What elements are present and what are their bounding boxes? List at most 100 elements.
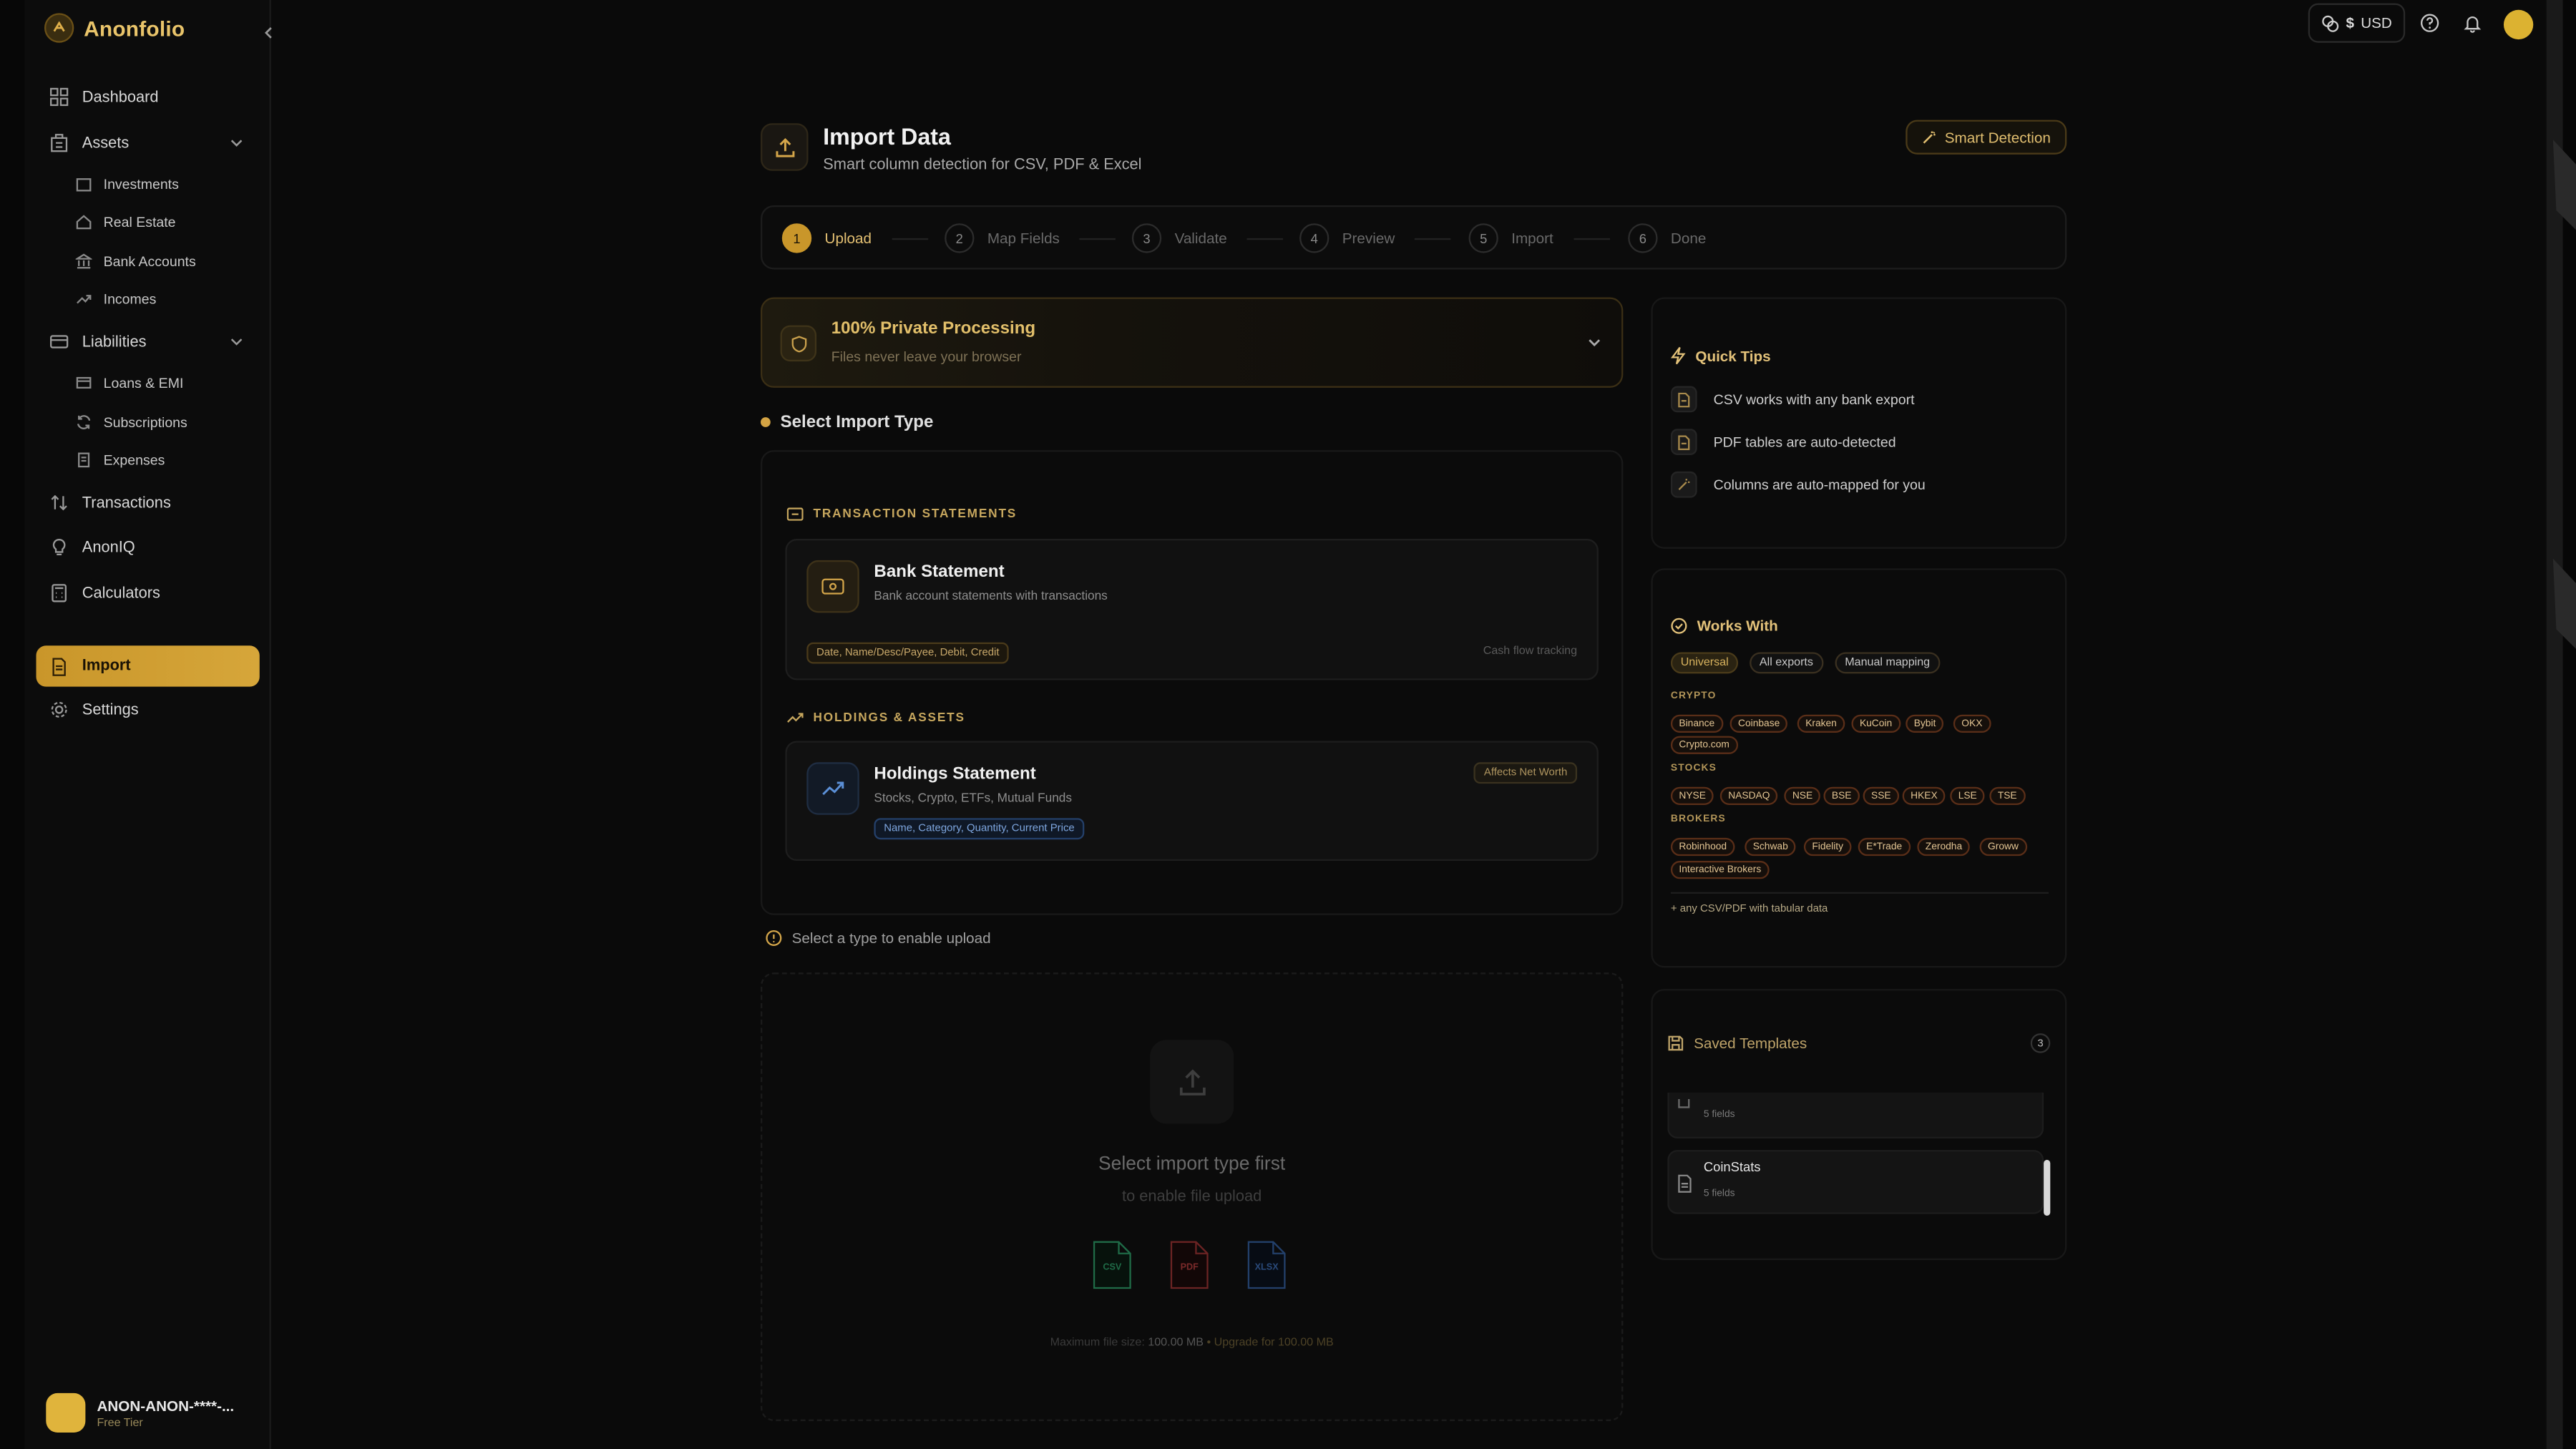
stock-tag: NSE [1784,786,1821,805]
sidebar-item-dashboard[interactable]: Dashboard [36,77,260,117]
lightning-icon [1670,346,1686,365]
collapse-sidebar-icon[interactable] [263,26,275,39]
step-done[interactable]: 6 Done [1628,223,1706,253]
sidebar-item-bank-accounts[interactable]: Bank Accounts [75,245,196,278]
app-root: Anonfolio Dashboard Assets Investments R… [0,0,2576,1449]
chip-all-exports[interactable]: All exports [1750,652,1823,674]
upload-hint-text: Select a type to enable upload [791,930,991,947]
tip-text: Columns are auto-mapped for you [1713,476,1926,493]
help-icon[interactable] [2420,13,2440,33]
template-fields: 5 fields [1703,1189,1735,1200]
card-description: Bank account statements with transaction… [874,587,1108,603]
file-icon [1670,429,1697,455]
stocks-label: STOCKS [1670,763,1717,774]
app-logo[interactable]: Anonfolio [44,13,185,43]
sidebar-item-label: Real Estate [103,213,176,230]
wand-icon [1922,131,1935,144]
home-icon [76,215,92,230]
crypto-tag: Bybit [1906,714,1944,733]
building-icon [76,178,92,192]
arrows-up-down-icon [51,494,67,511]
sidebar-item-import[interactable]: Import [36,645,260,687]
stock-tag: BSE [1823,786,1860,805]
calculator-icon [52,584,67,602]
templates-scrollbar[interactable] [2044,1159,2051,1216]
bell-icon[interactable] [2463,13,2483,33]
chip-manual-mapping[interactable]: Manual mapping [1835,652,1940,674]
holdings-statement-card[interactable]: Holdings Statement Stocks, Crypto, ETFs,… [785,741,1599,862]
sidebar-item-liabilities[interactable]: Liabilities [36,322,260,361]
sidebar-item-label: Assets [82,134,130,152]
holdings-assets-heading: HOLDINGS & ASSETS [787,710,965,724]
bank-note: Cash flow tracking [1483,645,1578,658]
currency-selector[interactable]: $ USD [2308,3,2406,43]
stock-tag: NYSE [1670,786,1714,805]
step-connector [1246,237,1283,240]
card-title: Holdings Statement [874,763,1036,784]
refresh-icon [77,415,91,429]
step-validate[interactable]: 3 Validate [1131,223,1283,253]
step-label: Import [1511,230,1553,247]
file-icon [52,657,66,675]
avatar[interactable] [2503,9,2534,40]
logo-icon [44,13,74,43]
broker-tag: Interactive Brokers [1670,861,1770,879]
sidebar-item-transactions[interactable]: Transactions [36,483,260,522]
max-size-value: 100.00 MB [1148,1337,1204,1349]
broker-tag: E*Trade [1858,837,1911,857]
template-item[interactable]: 5 fields [1667,1092,2044,1139]
broker-tag: Robinhood [1670,837,1735,857]
trending-up-icon [77,295,92,304]
sidebar-item-anoniq[interactable]: AnonIQ [36,527,260,567]
sidebar-item-label: AnonIQ [82,537,135,557]
dashboard-icon [50,87,69,107]
chip-universal[interactable]: Universal [1670,652,1739,674]
upload-icon [1150,1040,1234,1124]
sidebar-item-incomes[interactable]: Incomes [76,283,156,316]
works-with-heading: Works With [1671,618,1778,634]
sidebar-item-calculators[interactable]: Calculators [36,573,260,613]
tip-text: CSV works with any bank export [1713,391,1915,408]
sidebar-item-investments[interactable]: Investments [76,167,179,200]
step-map-fields[interactable]: 2 Map Fields [945,223,1116,253]
receipt-icon [78,452,90,468]
sidebar-item-real-estate[interactable]: Real Estate [76,205,176,238]
sidebar-item-label: Investments [103,175,179,192]
works-with-title: Works With [1697,618,1778,635]
file-icon [1678,1098,1690,1108]
sidebar-item-label: Bank Accounts [103,253,196,270]
step-import[interactable]: 5 Import [1468,223,1609,253]
sidebar-item-loans[interactable]: Loans & EMI [76,366,183,399]
sidebar-item-assets[interactable]: Assets [36,123,260,162]
sidebar-item-subscriptions[interactable]: Subscriptions [76,406,187,439]
stock-tag: NASDAQ [1719,786,1778,805]
import-type-heading: Select Import Type [761,412,933,432]
privacy-panel[interactable]: 100% Private Processing Files never leav… [761,297,1624,388]
tip-item: Columns are auto-mapped for you [1670,471,1926,498]
crypto-tag: Crypto.com [1670,736,1738,754]
sidebar-item-label: Expenses [103,452,165,469]
step-upload[interactable]: 1 Upload [781,223,928,253]
import-type-heading-text: Select Import Type [780,412,934,432]
avatar [46,1392,86,1433]
sidebar-item-expenses[interactable]: Expenses [76,444,165,477]
user-profile[interactable]: ANON-ANON-****-... Free Tier [46,1392,234,1433]
section-title: TRANSACTION STATEMENTS [813,506,1018,521]
trending-up-icon [806,762,859,815]
max-size-label: Maximum file size: [1050,1337,1145,1349]
bank-statement-card[interactable]: Bank Statement Bank account statements w… [785,539,1599,680]
chevron-down-icon[interactable] [1587,335,1602,350]
step-number: 4 [1299,223,1330,253]
quick-tips-heading: Quick Tips [1670,346,1771,365]
card-description: Stocks, Crypto, ETFs, Mutual Funds [874,790,1073,805]
gear-icon [51,701,67,718]
template-item[interactable]: CoinStats 5 fields [1667,1150,2044,1214]
upload-icon [761,123,809,171]
upgrade-link[interactable]: • Upgrade for 100.00 MB [1207,1337,1334,1349]
divider [1670,892,2049,894]
chevron-down-icon [230,140,243,147]
step-preview[interactable]: 4 Preview [1299,223,1451,253]
smart-detection-button[interactable]: Smart Detection [1906,119,2067,155]
sidebar-item-settings[interactable]: Settings [36,690,260,729]
step-label: Validate [1174,230,1227,247]
